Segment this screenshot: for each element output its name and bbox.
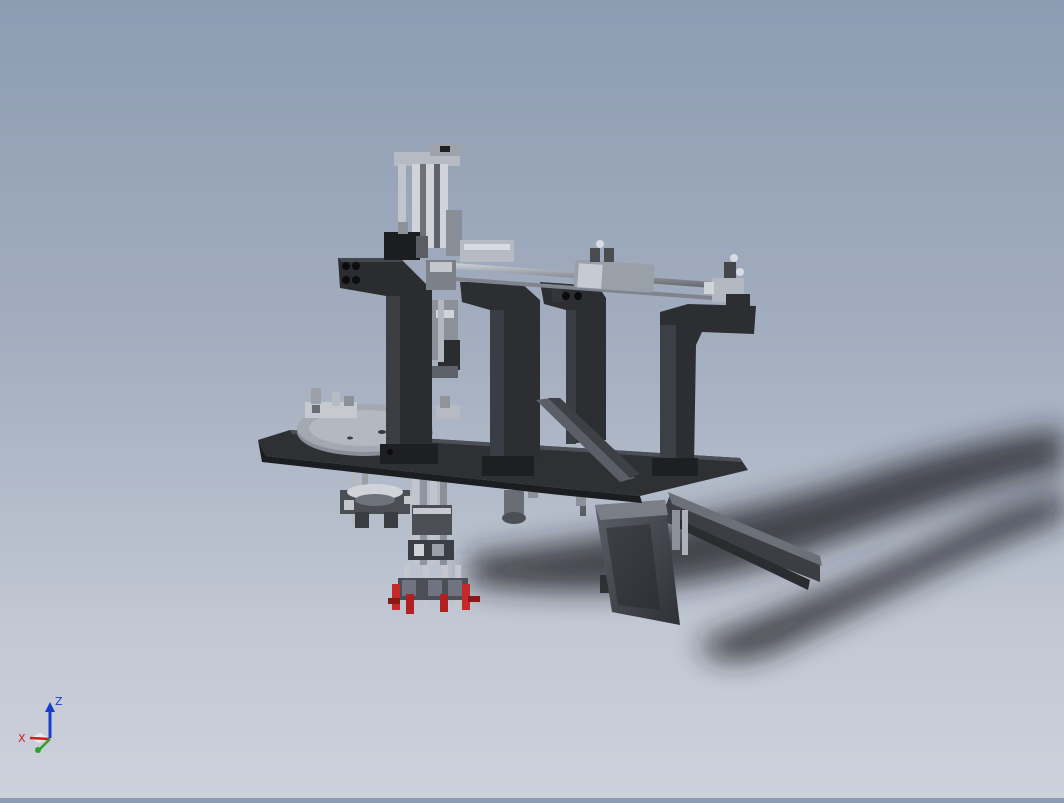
column-4 — [652, 304, 756, 476]
3d-graphics-viewport[interactable]: Z X — [0, 0, 1064, 798]
coordinate-triad[interactable]: Z X — [14, 696, 64, 758]
x-axis-label: X — [18, 732, 26, 745]
y-axis-arrowhead — [35, 747, 41, 753]
cad-scene[interactable] — [0, 0, 1064, 798]
z-axis-arrowhead — [45, 702, 55, 712]
x-axis-arrow — [29, 736, 51, 741]
z-axis-label: Z — [55, 696, 63, 708]
